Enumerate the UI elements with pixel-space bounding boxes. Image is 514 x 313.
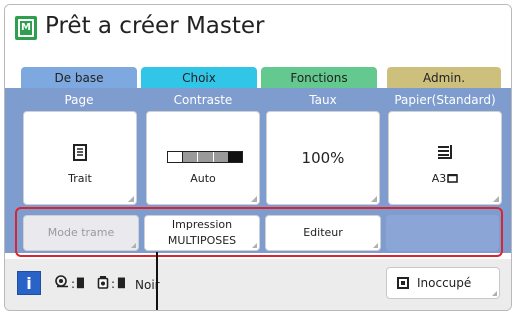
drum-icon [55, 275, 69, 292]
document-icon [73, 144, 87, 165]
page-title: Prêt a créer Master [45, 13, 265, 39]
mode-trame-button[interactable]: Mode trame [23, 215, 139, 251]
paper-stack-icon [437, 145, 453, 163]
contrast-step-1 [168, 152, 183, 162]
contrast-step-3 [197, 152, 213, 162]
machine-status-icon [397, 277, 409, 289]
papier-header: Papier(Standard) [394, 93, 496, 107]
ink-count: █ [118, 279, 125, 289]
tab-choix-label: Choix [182, 71, 216, 85]
contrast-step-5 [227, 152, 243, 162]
contraste-button[interactable]: Auto [146, 111, 260, 205]
impression-line2: MULTIPOSES [167, 234, 237, 247]
papier-value: A3 [389, 172, 501, 185]
mode-trame-label: Mode trame [47, 226, 115, 239]
contrast-step-4 [212, 152, 228, 162]
contrast-scale-icon [167, 151, 243, 163]
contraste-value: Auto [190, 172, 216, 185]
tab-choix[interactable]: Choix [141, 67, 257, 89]
editeur-label: Editeur [303, 226, 343, 239]
drum-colon: : [71, 277, 76, 291]
tab-de-base-label: De base [54, 71, 104, 85]
callout-line [156, 252, 158, 310]
impression-multiposes-button[interactable]: Impression MULTIPOSES [144, 215, 260, 251]
tab-fonctions-label: Fonctions [290, 71, 348, 85]
empty-slot [386, 215, 499, 251]
papier-size: A3 [431, 172, 447, 185]
papier-button[interactable]: A3 [388, 111, 502, 205]
contraste-header: Contraste [173, 93, 233, 107]
ink-icon [97, 275, 109, 293]
tab-fonctions[interactable]: Fonctions [261, 67, 377, 89]
page-button[interactable]: Trait [23, 111, 137, 205]
impression-line1: Impression [171, 218, 233, 231]
screen: M Prêt a créer Master De base Choix Fonc… [4, 4, 512, 311]
page-value: Trait [68, 172, 92, 185]
taux-value: 100% [301, 149, 345, 167]
tab-admin[interactable]: Admin. [387, 67, 501, 89]
contrast-step-2 [182, 152, 198, 162]
landscape-orientation-icon [447, 173, 459, 183]
status-button[interactable]: Inoccupé [386, 267, 500, 299]
page-header: Page [64, 93, 94, 107]
master-icon-letter: M [18, 19, 34, 37]
drum-count: █ [77, 279, 84, 289]
taux-button[interactable]: 100% [266, 111, 380, 205]
tab-de-base[interactable]: De base [21, 67, 137, 89]
ink-colon: : [111, 277, 116, 291]
status-label: Inoccupé [417, 276, 472, 290]
info-button[interactable]: i [17, 271, 41, 295]
taux-header: Taux [309, 93, 337, 107]
master-icon: M [15, 16, 37, 40]
title-bar: M Prêt a créer Master [5, 5, 511, 57]
tab-admin-label: Admin. [422, 71, 466, 85]
editeur-button[interactable]: Editeur [265, 215, 381, 251]
